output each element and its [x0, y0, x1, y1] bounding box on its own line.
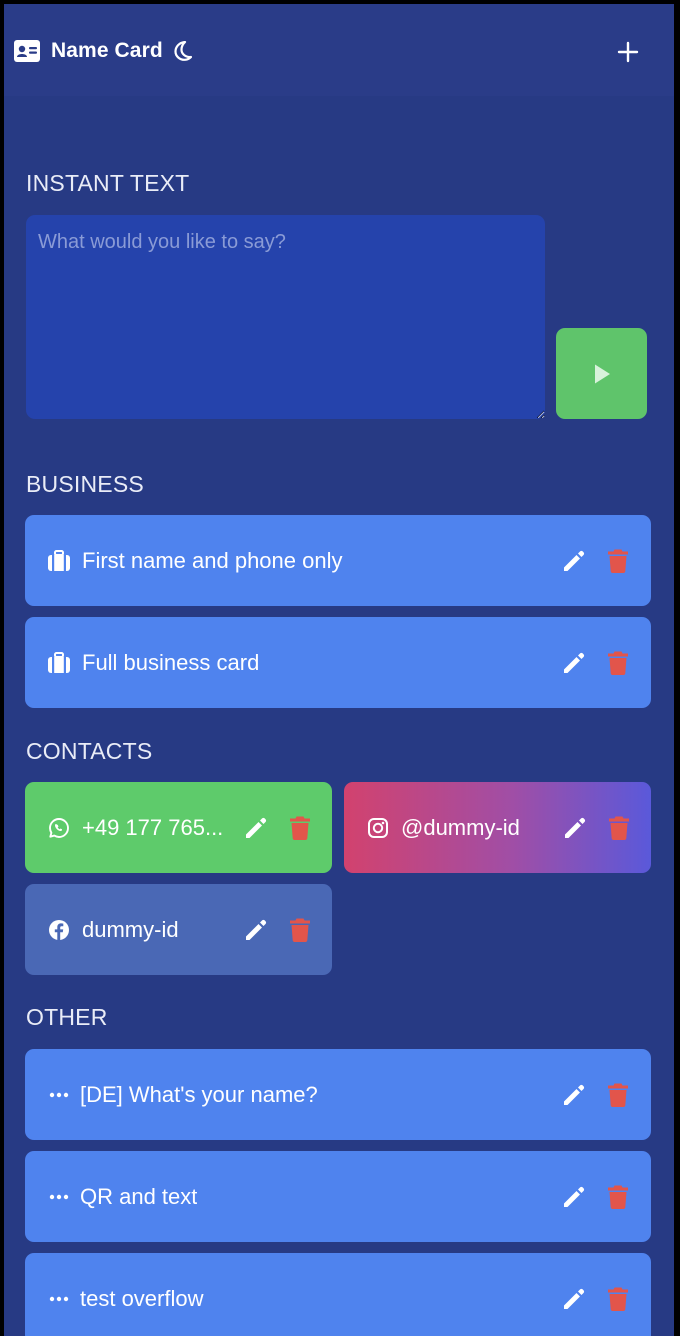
- brand: Name Card: [14, 38, 192, 64]
- other-item-label: QR and text: [80, 1183, 198, 1209]
- section-title-other: OTHER: [26, 1004, 108, 1030]
- edit-pencil-icon[interactable]: [561, 1082, 587, 1108]
- delete-trash-icon[interactable]: [607, 548, 629, 574]
- id-card-icon: [14, 40, 40, 62]
- other-card-item[interactable]: test overflow: [25, 1253, 651, 1336]
- edit-pencil-icon[interactable]: [243, 815, 269, 841]
- contact-facebook[interactable]: dummy-id: [25, 884, 332, 975]
- contact-label: @dummy-id: [401, 814, 520, 840]
- edit-pencil-icon[interactable]: [243, 917, 269, 943]
- add-icon[interactable]: [616, 40, 640, 64]
- delete-trash-icon[interactable]: [608, 815, 630, 841]
- moon-icon[interactable]: [174, 41, 192, 61]
- facebook-icon: [47, 918, 71, 942]
- business-item-label: First name and phone only: [82, 547, 343, 573]
- delete-trash-icon[interactable]: [607, 1184, 629, 1210]
- business-item-label: Full business card: [82, 649, 260, 675]
- edit-pencil-icon[interactable]: [561, 1184, 587, 1210]
- contact-label: dummy-id: [82, 916, 179, 942]
- delete-trash-icon[interactable]: [607, 1082, 629, 1108]
- business-card-item[interactable]: First name and phone only: [25, 515, 651, 606]
- section-title-business: BUSINESS: [26, 471, 144, 497]
- send-button[interactable]: [556, 328, 647, 419]
- edit-pencil-icon[interactable]: [561, 548, 587, 574]
- ellipsis-icon: [47, 1287, 71, 1311]
- instant-text-input[interactable]: [26, 215, 545, 419]
- delete-trash-icon[interactable]: [607, 650, 629, 676]
- delete-trash-icon[interactable]: [607, 1286, 629, 1312]
- contact-label: +49 177 765...: [82, 814, 224, 840]
- play-icon: [594, 364, 610, 383]
- delete-trash-icon[interactable]: [289, 815, 311, 841]
- other-card-item[interactable]: [DE] What's your name?: [25, 1049, 651, 1140]
- other-item-label: [DE] What's your name?: [80, 1081, 318, 1107]
- app-bar: Name Card: [4, 4, 674, 96]
- edit-pencil-icon[interactable]: [561, 1286, 587, 1312]
- section-title-contacts: CONTACTS: [26, 738, 153, 764]
- contact-instagram[interactable]: @dummy-id: [344, 782, 651, 873]
- app-title: Name Card: [51, 39, 163, 62]
- edit-pencil-icon[interactable]: [562, 815, 588, 841]
- other-item-label: test overflow: [80, 1285, 204, 1311]
- contact-whatsapp[interactable]: +49 177 765...: [25, 782, 332, 873]
- section-title-instant-text: INSTANT TEXT: [26, 170, 190, 196]
- instagram-icon: [366, 816, 390, 840]
- briefcase-icon: [47, 651, 71, 675]
- ellipsis-icon: [47, 1185, 71, 1209]
- edit-pencil-icon[interactable]: [561, 650, 587, 676]
- ellipsis-icon: [47, 1083, 71, 1107]
- whatsapp-icon: [47, 816, 71, 840]
- app-window: Name Card INSTANT TEXT BUSINESS First na…: [4, 4, 674, 1336]
- business-card-item[interactable]: Full business card: [25, 617, 651, 708]
- briefcase-icon: [47, 549, 71, 573]
- other-card-item[interactable]: QR and text: [25, 1151, 651, 1242]
- delete-trash-icon[interactable]: [289, 917, 311, 943]
